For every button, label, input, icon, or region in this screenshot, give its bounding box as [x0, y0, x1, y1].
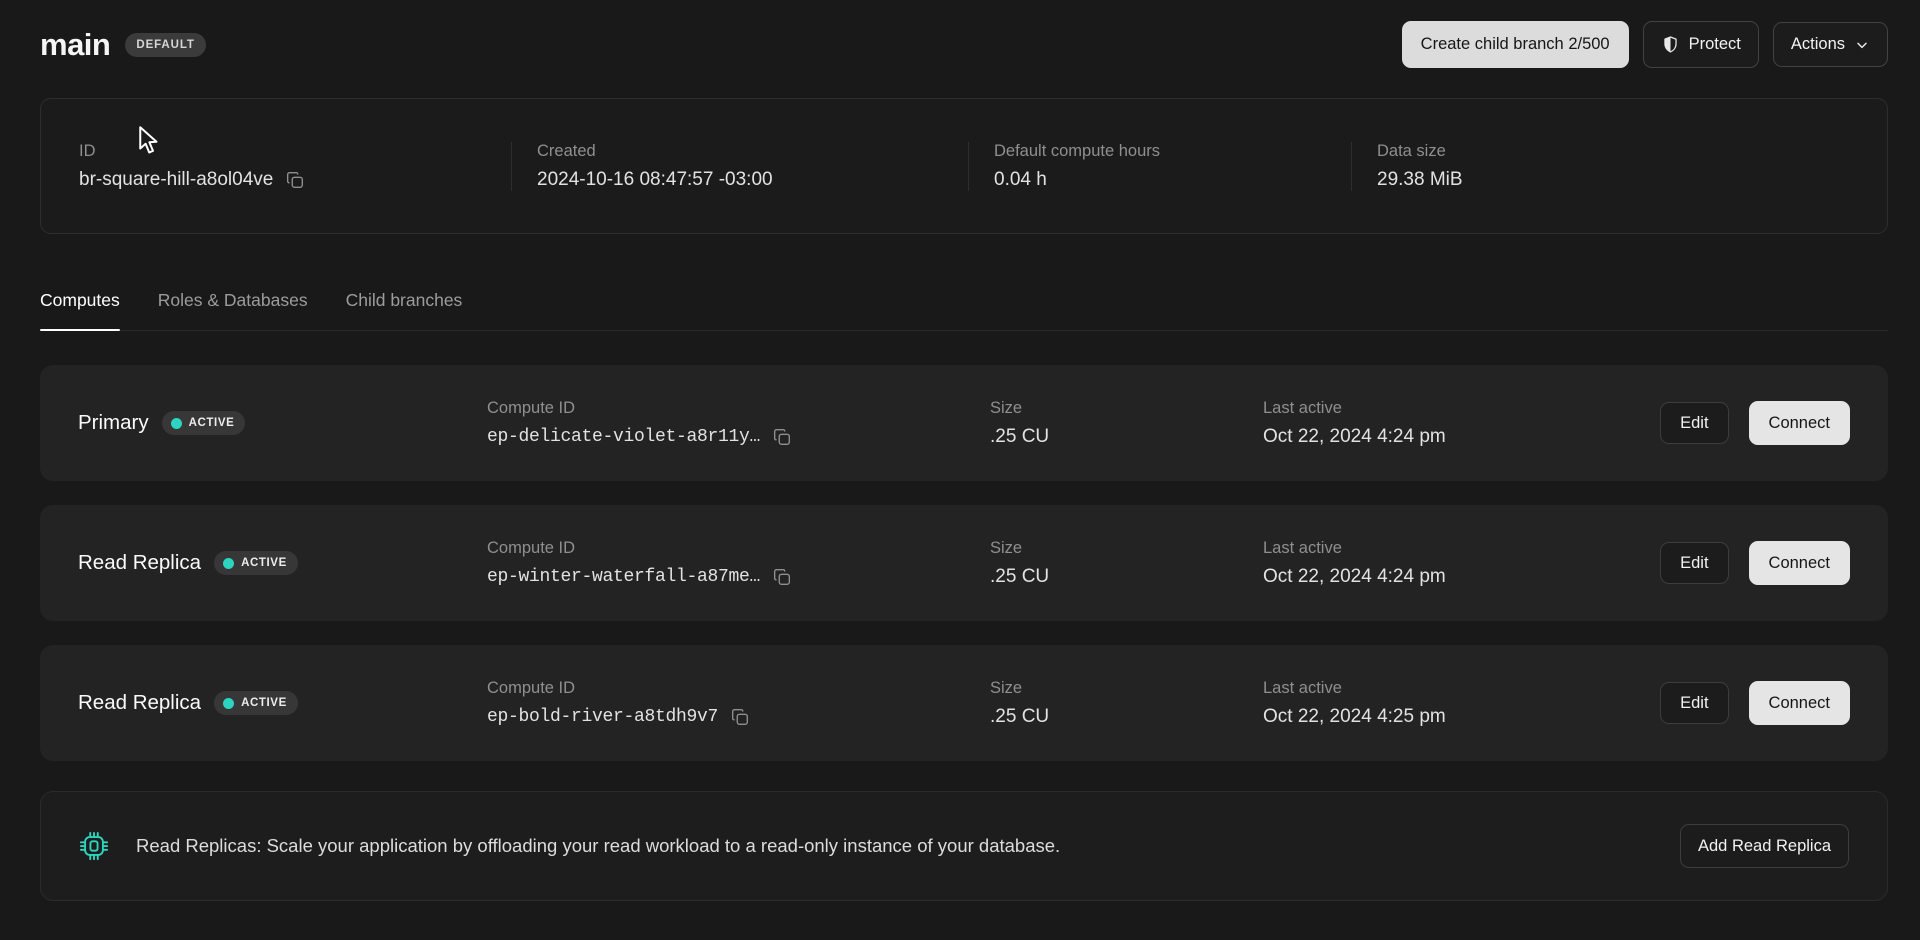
compute-size-cell: Size .25 CU: [990, 539, 1263, 588]
header-actions: Create child branch 2/500 Protect Action…: [1402, 21, 1888, 68]
branch-info-card: ID br-square-hill-a8ol04ve Created 2024-…: [40, 98, 1888, 234]
protect-button[interactable]: Protect: [1643, 21, 1759, 68]
compute-id-value: ep-delicate-violet-a8r11y…: [487, 427, 760, 447]
compute-name-cell: Primary ACTIVE: [40, 411, 487, 435]
active-dot-icon: [223, 698, 234, 709]
edit-button[interactable]: Edit: [1660, 542, 1728, 585]
created-value: 2024-10-16 08:47:57 -03:00: [537, 169, 773, 191]
connect-button[interactable]: Connect: [1749, 401, 1850, 446]
status-badge: ACTIVE: [214, 551, 298, 575]
connect-button[interactable]: Connect: [1749, 541, 1850, 586]
compute-id-cell: Compute ID ep-winter-waterfall-a87me…: [487, 539, 990, 588]
compute-id-value: ep-bold-river-a8tdh9v7: [487, 707, 718, 727]
read-replica-banner: Read Replicas: Scale your application by…: [40, 791, 1888, 901]
create-child-branch-button[interactable]: Create child branch 2/500: [1402, 21, 1629, 68]
branch-page: main DEFAULT Create child branch 2/500 P…: [0, 0, 1920, 901]
cpu-chip-icon: [79, 831, 109, 861]
compute-name: Primary: [78, 411, 149, 435]
page-title: main: [40, 27, 110, 63]
branch-id-label: ID: [79, 142, 511, 161]
compute-name: Read Replica: [78, 691, 201, 715]
protect-button-label: Protect: [1689, 36, 1741, 53]
branch-id-cell: ID br-square-hill-a8ol04ve: [41, 142, 511, 191]
read-replica-description: Read Replicas: Scale your application by…: [136, 835, 1653, 857]
compute-last-active-cell: Last active Oct 22, 2024 4:24 pm: [1263, 539, 1660, 588]
tab-roles-databases[interactable]: Roles & Databases: [158, 290, 308, 330]
compute-name: Read Replica: [78, 551, 201, 575]
compute-id-cell: Compute ID ep-bold-river-a8tdh9v7: [487, 679, 990, 728]
compute-row-actions: Edit Connect: [1660, 401, 1850, 446]
page-header: main DEFAULT Create child branch 2/500 P…: [40, 0, 1888, 68]
status-badge-label: ACTIVE: [241, 697, 287, 709]
copy-icon[interactable]: [771, 566, 793, 588]
default-badge: DEFAULT: [125, 33, 205, 57]
copy-icon[interactable]: [729, 706, 751, 728]
last-active-value: Oct 22, 2024 4:24 pm: [1263, 426, 1446, 448]
size-value: .25 CU: [990, 566, 1049, 588]
size-label: Size: [990, 399, 1263, 418]
copy-icon[interactable]: [284, 169, 306, 191]
compute-name-cell: Read Replica ACTIVE: [40, 551, 487, 575]
status-badge: ACTIVE: [214, 691, 298, 715]
status-badge: ACTIVE: [162, 411, 246, 435]
tab-bar: Computes Roles & Databases Child branche…: [40, 290, 1888, 331]
compute-row-actions: Edit Connect: [1660, 541, 1850, 586]
compute-id-label: Compute ID: [487, 539, 990, 558]
created-label: Created: [537, 142, 968, 161]
compute-hours-cell: Default compute hours 0.04 h: [968, 142, 1351, 191]
actions-button[interactable]: Actions: [1773, 22, 1888, 67]
compute-row-read-replica-1: Read Replica ACTIVE Compute ID ep-winter…: [40, 505, 1888, 621]
compute-id-label: Compute ID: [487, 679, 990, 698]
compute-last-active-cell: Last active Oct 22, 2024 4:24 pm: [1263, 399, 1660, 448]
data-size-value: 29.38 MiB: [1377, 169, 1463, 191]
edit-button[interactable]: Edit: [1660, 402, 1728, 445]
compute-row-primary: Primary ACTIVE Compute ID ep-delicate-vi…: [40, 365, 1888, 481]
compute-size-cell: Size .25 CU: [990, 399, 1263, 448]
shield-icon: [1661, 35, 1680, 54]
compute-name-cell: Read Replica ACTIVE: [40, 691, 487, 715]
last-active-label: Last active: [1263, 679, 1660, 698]
last-active-value: Oct 22, 2024 4:25 pm: [1263, 706, 1446, 728]
active-dot-icon: [171, 418, 182, 429]
size-value: .25 CU: [990, 706, 1049, 728]
compute-size-cell: Size .25 CU: [990, 679, 1263, 728]
tab-child-branches[interactable]: Child branches: [346, 290, 463, 330]
actions-button-label: Actions: [1791, 36, 1845, 53]
status-badge-label: ACTIVE: [189, 417, 235, 429]
copy-icon[interactable]: [771, 426, 793, 448]
size-value: .25 CU: [990, 426, 1049, 448]
last-active-value: Oct 22, 2024 4:24 pm: [1263, 566, 1446, 588]
branch-title-group: main DEFAULT: [40, 27, 206, 63]
compute-id-cell: Compute ID ep-delicate-violet-a8r11y…: [487, 399, 990, 448]
last-active-label: Last active: [1263, 399, 1660, 418]
active-dot-icon: [223, 558, 234, 569]
compute-id-value: ep-winter-waterfall-a87me…: [487, 567, 760, 587]
compute-hours-value: 0.04 h: [994, 169, 1047, 191]
add-read-replica-button[interactable]: Add Read Replica: [1680, 824, 1849, 869]
chevron-down-icon: [1854, 37, 1870, 53]
edit-button[interactable]: Edit: [1660, 682, 1728, 725]
size-label: Size: [990, 679, 1263, 698]
compute-id-label: Compute ID: [487, 399, 990, 418]
compute-row-actions: Edit Connect: [1660, 681, 1850, 726]
data-size-cell: Data size 29.38 MiB: [1351, 142, 1887, 191]
tab-computes[interactable]: Computes: [40, 290, 120, 330]
data-size-label: Data size: [1377, 142, 1887, 161]
connect-button[interactable]: Connect: [1749, 681, 1850, 726]
compute-row-read-replica-2: Read Replica ACTIVE Compute ID ep-bold-r…: [40, 645, 1888, 761]
branch-created-cell: Created 2024-10-16 08:47:57 -03:00: [511, 142, 968, 191]
compute-hours-label: Default compute hours: [994, 142, 1351, 161]
status-badge-label: ACTIVE: [241, 557, 287, 569]
branch-id-value: br-square-hill-a8ol04ve: [79, 169, 273, 191]
size-label: Size: [990, 539, 1263, 558]
compute-last-active-cell: Last active Oct 22, 2024 4:25 pm: [1263, 679, 1660, 728]
last-active-label: Last active: [1263, 539, 1660, 558]
